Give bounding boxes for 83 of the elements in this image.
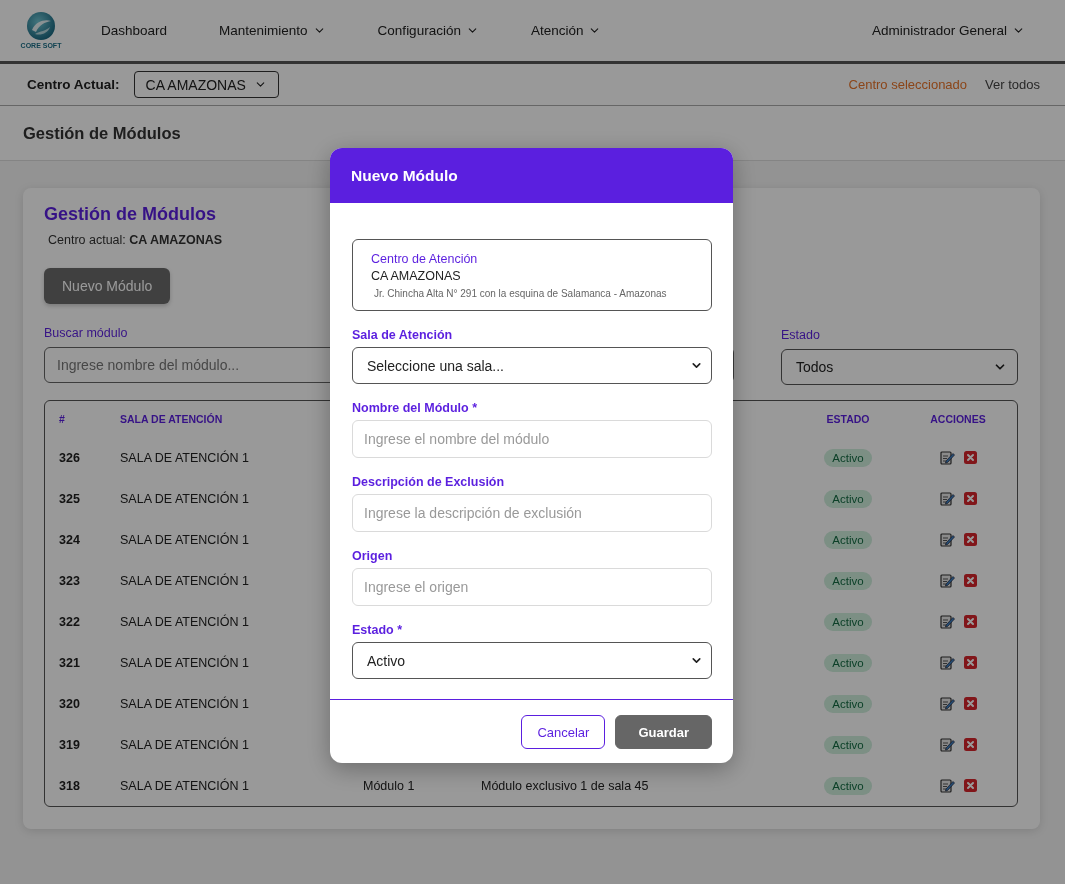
delete-icon[interactable]: [963, 697, 977, 710]
modal-title: Nuevo Módulo: [351, 166, 458, 185]
table-cell: SALA DE ATENCIÓN 1: [120, 491, 249, 506]
table-cell: 319: [59, 737, 80, 752]
column-header: ESTADO: [826, 413, 870, 425]
status-badge: Activo: [824, 653, 872, 672]
input-field[interactable]: Ingrese la descripción de exclusión: [352, 494, 712, 532]
edit-icon[interactable]: [939, 491, 955, 506]
edit-icon[interactable]: [939, 450, 955, 465]
status-badge: Activo: [824, 571, 872, 590]
table-cell: 318: [59, 778, 80, 793]
status-badge: Activo: [824, 448, 872, 467]
column-header: #: [59, 413, 65, 425]
table-cell: SALA DE ATENCIÓN 1: [120, 573, 249, 588]
status-badge: Activo: [824, 735, 872, 754]
delete-icon[interactable]: [963, 451, 977, 464]
status-badge: Activo: [824, 694, 872, 713]
cancel-button[interactable]: Cancelar: [521, 715, 606, 749]
table-cell: 320: [59, 696, 80, 711]
field-label: Sala de Atención: [352, 327, 453, 343]
table-cell: 321: [59, 655, 80, 670]
center-label: Centro Actual:: [27, 77, 120, 92]
table-cell: SALA DE ATENCIÓN 1: [120, 532, 249, 547]
nav-menu-item[interactable]: Atención: [530, 23, 602, 38]
table-cell: SALA DE ATENCIÓN 1: [120, 737, 249, 752]
search-label: Buscar módulo: [44, 326, 128, 341]
delete-icon[interactable]: [963, 574, 977, 587]
edit-icon[interactable]: [939, 655, 955, 670]
status-select[interactable]: Todos: [781, 349, 1018, 385]
table-cell: 325: [59, 491, 80, 506]
delete-icon[interactable]: [963, 779, 977, 792]
table-cell: SALA DE ATENCIÓN 1: [120, 655, 249, 670]
select-field[interactable]: Seleccione una sala...: [352, 347, 712, 384]
field-label: Estado *: [352, 622, 402, 638]
edit-icon[interactable]: [939, 573, 955, 588]
save-button[interactable]: Guardar: [615, 715, 712, 749]
delete-icon[interactable]: [963, 738, 977, 751]
status-badge: Activo: [824, 489, 872, 508]
logo-icon: [26, 10, 56, 41]
status-badge: Activo: [824, 612, 872, 631]
table-cell: 326: [59, 450, 80, 465]
status-filter-label: Estado: [781, 328, 820, 343]
input-field[interactable]: Ingrese el origen: [352, 568, 712, 606]
table-cell: 324: [59, 532, 80, 547]
table-cell: Módulo exclusivo 1 de sala 45: [481, 778, 649, 793]
field-label: Origen: [352, 548, 393, 564]
table-cell: SALA DE ATENCIÓN 1: [120, 450, 249, 465]
table-cell: Módulo 1: [363, 778, 415, 793]
input-field[interactable]: Ingrese el nombre del módulo: [352, 420, 712, 458]
field-label: Descripción de Exclusión: [352, 474, 505, 490]
table-cell: 323: [59, 573, 80, 588]
status-badge: Activo: [824, 530, 872, 549]
card-title: Gestión de Módulos: [44, 204, 216, 225]
table-cell: SALA DE ATENCIÓN 1: [120, 614, 249, 629]
select-field[interactable]: Activo: [352, 642, 712, 679]
edit-icon[interactable]: [939, 737, 955, 752]
new-module-button[interactable]: Nuevo Módulo: [44, 268, 171, 304]
field-label: Nombre del Módulo *: [352, 400, 477, 416]
user-menu[interactable]: Administrador General: [871, 23, 1025, 38]
edit-icon[interactable]: [939, 696, 955, 711]
center-select[interactable]: CA AMAZONAS: [133, 71, 279, 98]
center-name: CA AMAZONAS: [371, 269, 461, 283]
edit-icon[interactable]: [939, 778, 955, 793]
table-cell: SALA DE ATENCIÓN 1: [120, 696, 249, 711]
table-cell: 322: [59, 614, 80, 629]
nav-menu-item[interactable]: Configuración: [377, 23, 479, 38]
edit-icon[interactable]: [939, 614, 955, 629]
page-title: Gestión de Módulos: [23, 123, 181, 143]
column-header: ACCIONES: [930, 413, 986, 425]
table-cell: SALA DE ATENCIÓN 1: [120, 778, 249, 793]
filter-link[interactable]: Ver todos: [985, 77, 1040, 92]
column-header: SALA DE ATENCIÓN: [120, 413, 223, 425]
delete-icon[interactable]: [963, 492, 977, 505]
nav-menu-item[interactable]: Mantenimiento: [219, 23, 326, 38]
delete-icon[interactable]: [963, 533, 977, 546]
info-label: Centro de Atención: [371, 252, 478, 266]
status-badge: Activo: [824, 776, 872, 795]
edit-icon[interactable]: [939, 532, 955, 547]
nav-menu-item[interactable]: Dashboard: [101, 23, 168, 38]
card-subtitle: Centro actual: CA AMAZONAS: [48, 233, 223, 247]
delete-icon[interactable]: [963, 656, 977, 669]
center-address: Jr. Chincha Alta N° 291 con la esquina de Salamanca - Amazonas: [374, 288, 667, 299]
delete-icon[interactable]: [963, 615, 977, 628]
